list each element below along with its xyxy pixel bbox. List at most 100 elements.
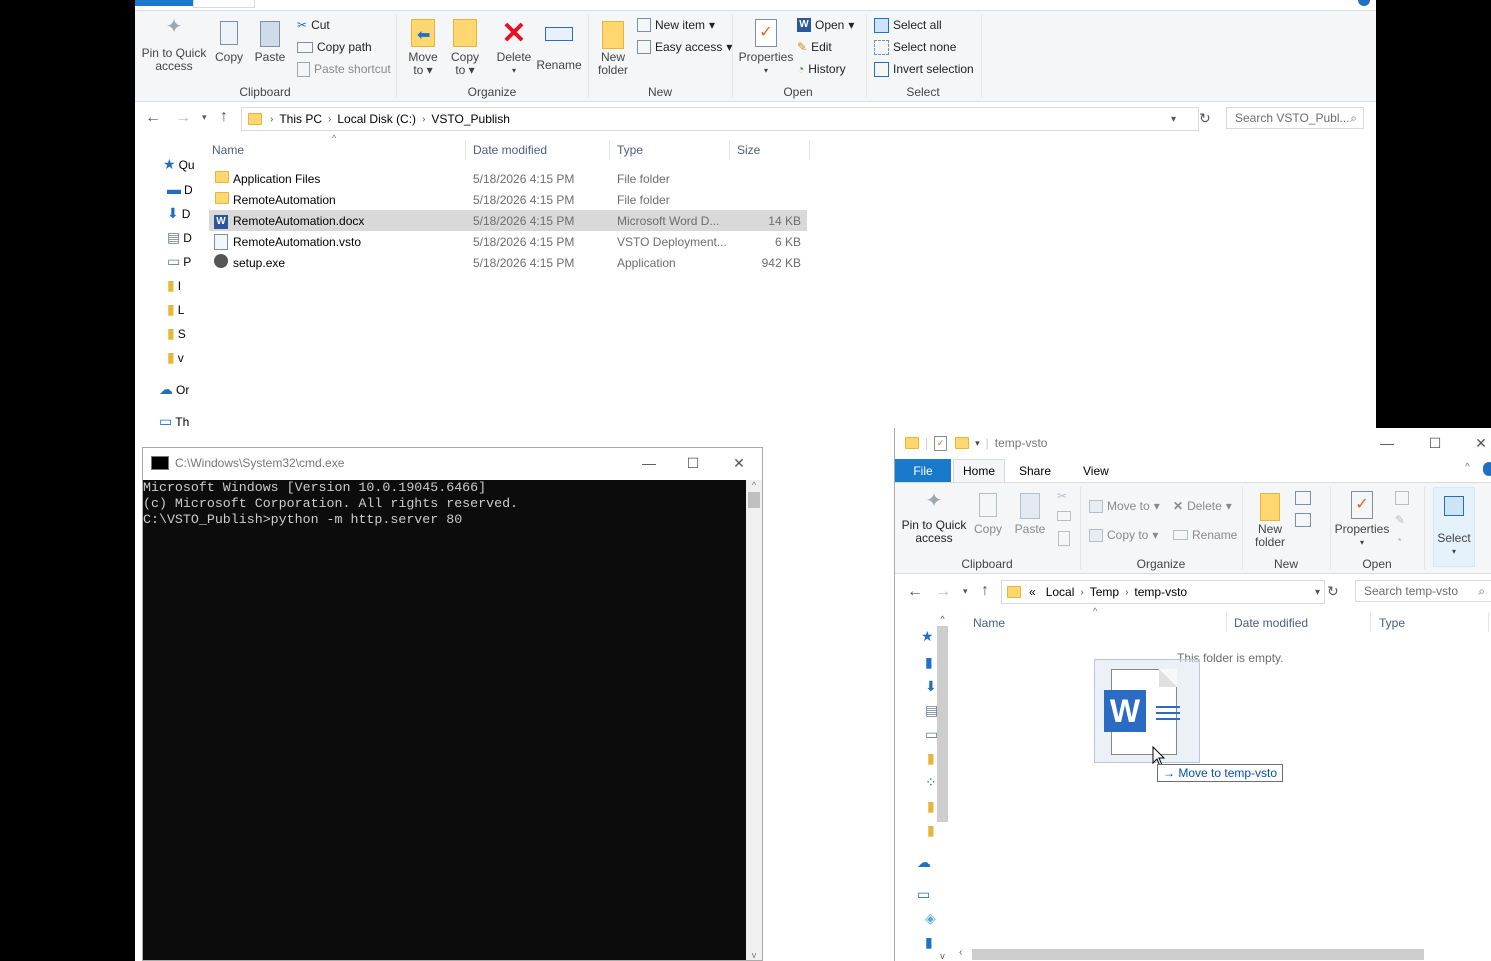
new-item-icon[interactable] [1295,491,1311,505]
forward-button[interactable]: → [935,583,951,601]
search-box[interactable]: Search temp-vsto ⌕ [1355,580,1491,602]
file-row[interactable]: RemoteAutomation.vsto 5/18/2026 4:15 PM … [209,231,807,252]
recent-locations-button[interactable]: ▾ [963,586,968,597]
history-icon[interactable]: ◔ [1395,533,1402,547]
history-button[interactable]: ◔ History [797,60,846,78]
cut-button[interactable]: ✂ Cut [297,16,330,34]
quick-access-star-icon[interactable]: ★ Qu [163,156,195,173]
rename-button[interactable]: Rename [1173,526,1237,544]
column-header-name[interactable]: Name [973,616,1005,630]
column-header-type[interactable]: Type [617,143,643,157]
maximize-button[interactable]: ☐ [670,448,716,478]
quick-access-star-icon[interactable]: ★ [921,628,934,645]
desktop-icon[interactable]: ▬ D [167,181,193,197]
paste-shortcut-icon[interactable] [1058,531,1070,546]
breadcrumb-local[interactable]: Local [1040,585,1081,599]
minimize-button[interactable]: — [1364,428,1410,458]
address-bar[interactable]: › This PC › Local Disk (C:) › VSTO_Publi… [241,107,1199,131]
quick-access-dropdown-icon[interactable]: ▾ [975,438,980,449]
new-folder-qa-icon[interactable] [955,437,970,449]
nav-folder-icon[interactable]: ▮ [927,798,935,815]
refresh-button[interactable]: ↻ [1327,583,1339,600]
forward-button[interactable]: → [175,109,191,127]
move-to-button[interactable]: ⬅ Move to ▾ [403,19,443,77]
refresh-button[interactable]: ↻ [1199,110,1211,127]
select-all-button[interactable]: Select all [874,16,942,34]
copy-path-icon[interactable] [1057,511,1071,521]
breadcrumb-vsto-publish[interactable]: VSTO_Publish [425,112,516,126]
search-box[interactable]: Search VSTO_Publ... ⌕ [1226,107,1364,129]
nav-folder-icon[interactable]: ▮ [927,822,935,839]
address-dropdown-icon[interactable]: ▾ [1171,114,1176,125]
onedrive-icon[interactable]: ☁ [917,854,931,871]
downloads-icon[interactable]: ⬇ [925,678,937,695]
file-row[interactable]: RemoteAutomation 5/18/2026 4:15 PM File … [209,189,807,210]
breadcrumb-temp[interactable]: Temp [1084,585,1125,599]
copy-button[interactable]: Copy [209,21,249,64]
column-header-size[interactable]: Size [737,143,760,157]
easy-access-icon[interactable] [1295,513,1311,527]
edit-button[interactable]: ✎ Edit [797,38,832,56]
select-button[interactable]: Select ▾ [1433,487,1475,567]
copy-to-button[interactable]: Copy to ▾ [445,19,485,77]
network-icon[interactable]: ⁘ [925,774,937,791]
close-button[interactable]: ✕ [1458,428,1491,458]
this-pc-icon[interactable]: ▭ [917,886,930,903]
breadcrumb-local-disk[interactable]: Local Disk (C:) [331,112,422,126]
ribbon-tab-home[interactable]: Home [953,459,1005,482]
rename-button[interactable]: Rename [535,19,583,72]
delete-button[interactable]: ✕ Delete ▾ [493,19,535,77]
new-folder-button[interactable]: New folder [593,21,633,77]
minimize-button[interactable]: — [626,448,672,478]
scrollbar-thumb[interactable] [748,492,760,508]
breadcrumb-this-pc[interactable]: This PC [273,112,328,126]
paste-button[interactable]: Paste [251,21,289,64]
close-button[interactable]: ✕ [716,448,762,478]
copy-path-button[interactable]: Copy path [297,38,372,56]
nav-folder-icon[interactable]: ▮ I [167,277,181,294]
column-header-date[interactable]: Date modified [473,143,547,157]
this-pc-icon[interactable]: ▭ Th [159,413,189,430]
nav-folder-icon[interactable]: ▮ v [167,349,184,366]
breadcrumb-temp-vsto[interactable]: temp-vsto [1128,585,1193,599]
paste-shortcut-button[interactable]: Paste shortcut [297,60,391,78]
scissors-icon[interactable]: ✂ [1057,489,1067,503]
column-header-name[interactable]: Name [212,143,244,157]
address-bar[interactable]: « Local › Temp › temp-vsto ▾ [1001,580,1325,604]
address-dropdown-icon[interactable]: ▾ [1315,587,1320,598]
back-button[interactable]: ← [907,583,923,601]
3d-objects-icon[interactable]: ◈ [925,910,936,927]
edit-icon[interactable]: ✎ [1395,513,1405,527]
downloads-icon[interactable]: ⬇ D [167,205,190,222]
open-icon[interactable] [1395,491,1409,505]
delete-button[interactable]: ✕ Delete ▾ [1173,497,1232,515]
pin-quick-access-button[interactable]: ✦ Pin to Quick access [897,491,971,545]
nav-folder-icon[interactable]: ▮ L [167,301,184,318]
properties-button[interactable]: ✓ Properties ▾ [1333,491,1391,549]
properties-button[interactable]: ✓ Properties ▾ [737,19,795,77]
nav-pane-scrollbar[interactable]: ^ v [935,614,950,961]
help-icon[interactable] [1483,462,1491,476]
desktop-icon[interactable]: ▮ [925,934,933,951]
nav-folder-icon[interactable]: ▮ [927,750,935,767]
ribbon-collapse-icon[interactable]: ^ [1465,462,1470,473]
nav-folder-icon[interactable]: ▮ S [167,325,186,342]
scrollbar-thumb[interactable] [937,626,948,822]
copy-button[interactable]: Copy [969,493,1007,536]
easy-access-button[interactable]: Easy access ▾ [637,38,732,56]
pin-quick-access-button[interactable]: ✦ Pin to Quick access [141,17,207,73]
console-scrollbar[interactable]: ^ v [746,480,762,960]
new-item-button[interactable]: New item ▾ [637,16,715,34]
properties-qa-icon[interactable]: ✓ [934,435,948,451]
open-button[interactable]: W Open ▾ [797,16,854,34]
column-header-date[interactable]: Date modified [1234,616,1308,630]
select-none-button[interactable]: Select none [874,38,956,56]
paste-button[interactable]: Paste [1011,493,1049,536]
ribbon-tab-file[interactable] [135,0,193,6]
recent-locations-button[interactable]: ▾ [202,112,207,123]
file-row[interactable]: setup.exe 5/18/2026 4:15 PM Application … [209,252,807,273]
desktop-icon[interactable]: ▮ [925,654,933,671]
onedrive-icon[interactable]: ☁ Or [159,381,189,398]
move-to-button[interactable]: Move to ▾ [1089,497,1160,515]
ribbon-tab-home[interactable] [193,0,255,8]
